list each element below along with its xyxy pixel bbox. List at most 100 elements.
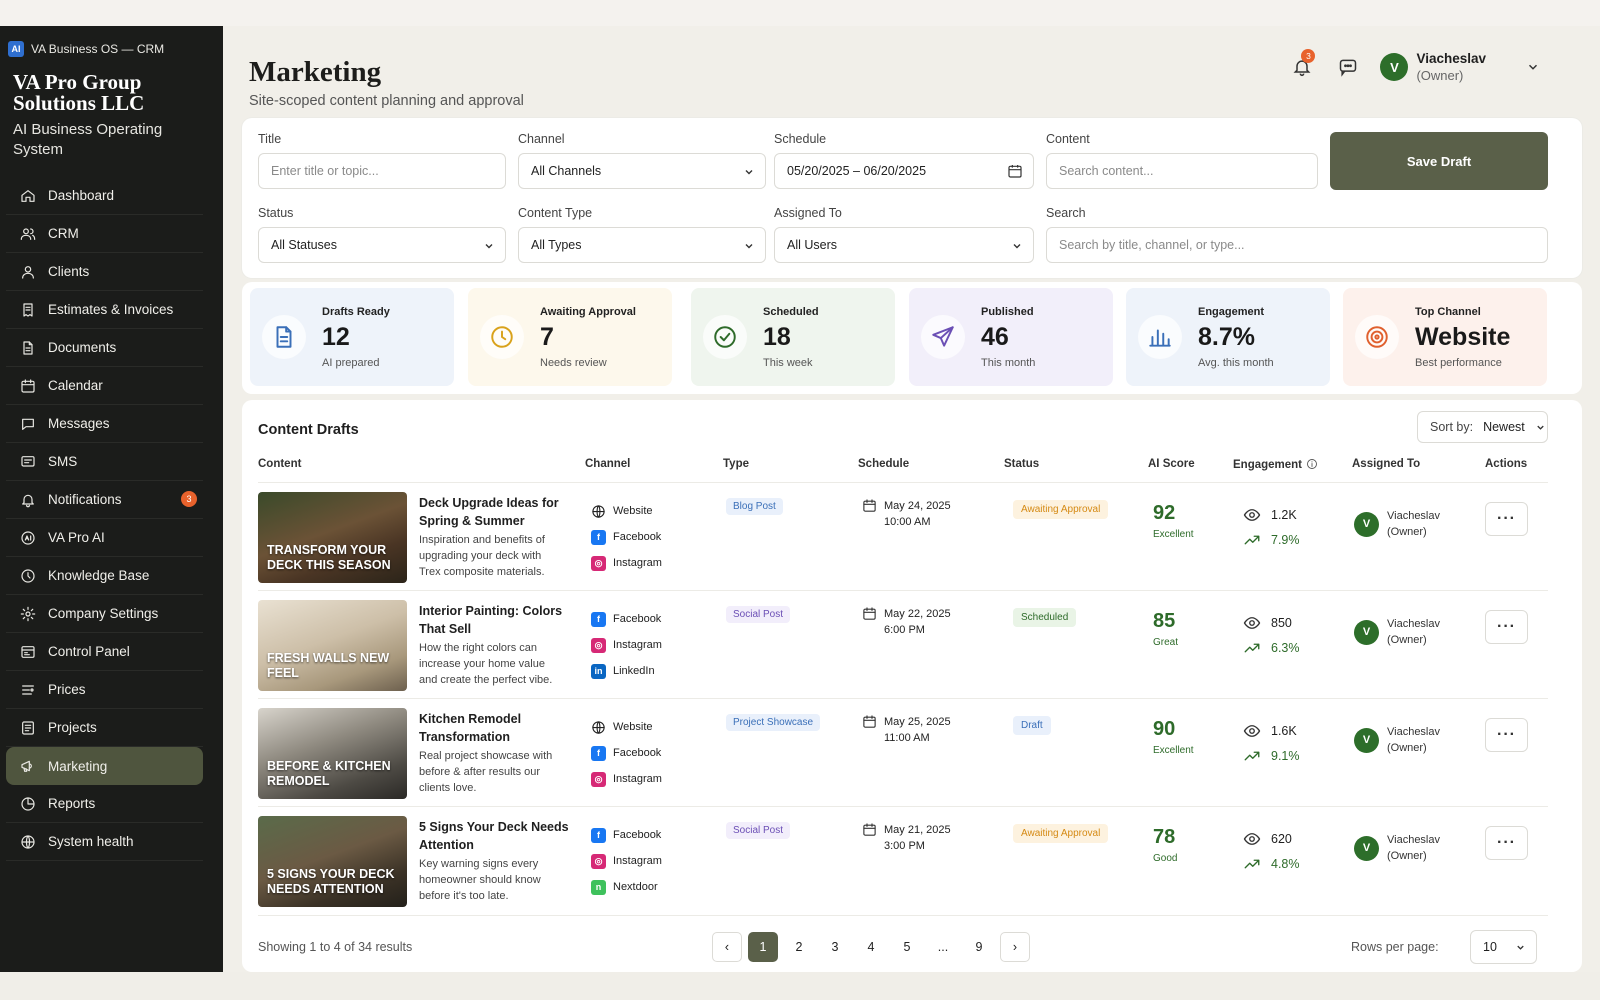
megaphone-icon — [21, 760, 32, 772]
content-thumbnail[interactable]: Before & kitchen remodel — [258, 708, 407, 799]
status-select[interactable]: All Statuses — [258, 227, 506, 263]
schedule-cell: May 22, 2025 6:00 PM — [862, 606, 951, 638]
column-header-assigned-to: Assigned To — [1352, 458, 1420, 470]
sidebar-item-control-panel[interactable]: Control Panel — [6, 633, 203, 671]
table-row[interactable]: Transform your deck this season Deck Upgr… — [258, 482, 1548, 589]
row-actions-button[interactable]: ··· — [1485, 826, 1528, 860]
sidebar-item-estimates-invoices[interactable]: Estimates & Invoices — [6, 291, 203, 329]
ai-score-label: Excellent — [1153, 529, 1194, 540]
stat-icon-wrap — [1138, 315, 1182, 359]
stat-label: Scheduled — [763, 305, 819, 318]
channel-select[interactable]: All Channels — [518, 153, 766, 189]
assignee-name: Viacheslav — [1387, 510, 1440, 522]
sidebar-item-reports[interactable]: Reports — [6, 785, 203, 823]
content-drafts-table: Content Drafts Sort by: Newest Content Ch… — [242, 400, 1582, 972]
column-header-label: Assigned To — [1352, 458, 1421, 470]
sidebar-item-va-pro-ai[interactable]: VA Pro AI — [6, 519, 203, 557]
views-count: 620 — [1271, 831, 1292, 846]
sidebar-item-messages[interactable]: Messages — [6, 405, 203, 443]
notifications-button[interactable]: 3 — [1288, 49, 1316, 81]
page-button[interactable]: 5 — [892, 932, 922, 962]
chat-button[interactable] — [1334, 53, 1362, 81]
sidebar-item-calendar[interactable]: Calendar — [6, 367, 203, 405]
calendar-icon[interactable] — [1007, 163, 1023, 179]
row-actions-button[interactable]: ··· — [1485, 502, 1528, 536]
content-search-input[interactable]: Search content... — [1046, 153, 1318, 189]
content-title[interactable]: Interior Painting: Colors That Sell — [419, 602, 569, 638]
sidebar-item-system-health[interactable]: System health — [6, 823, 203, 861]
sidebar-nav: Dashboard CRM Clients Estimates & Invoices D… — [0, 177, 223, 861]
sidebar-item-projects[interactable]: Projects — [6, 709, 203, 747]
content-thumbnail[interactable]: Transform your deck this season — [258, 492, 407, 583]
stat-card-scheduled[interactable]: Scheduled 18 This week — [691, 288, 895, 386]
status-badge: Draft — [1013, 716, 1051, 735]
channel-list: Website f Facebook ◎ Instagram — [591, 714, 662, 792]
stat-card-awaiting-approval[interactable]: Awaiting Approval 7 Needs review — [468, 288, 672, 386]
status-filter-label: Status — [258, 206, 294, 220]
sidebar-item-dashboard[interactable]: Dashboard — [6, 177, 203, 215]
table-row[interactable]: 5 signs your deck needs attention 5 Signs… — [258, 806, 1548, 913]
content-thumbnail[interactable]: 5 signs your deck needs attention — [258, 816, 407, 907]
table-row[interactable]: Before & kitchen remodel Kitchen Remodel … — [258, 698, 1548, 805]
sidebar-item-crm[interactable]: CRM — [6, 215, 203, 253]
facebook-icon: f — [591, 611, 606, 627]
prev-page-button[interactable]: ‹ — [712, 932, 742, 962]
sidebar-item-label: CRM — [48, 226, 79, 241]
title-input[interactable]: Enter title or topic... — [258, 153, 506, 189]
sidebar-item-documents[interactable]: Documents — [6, 329, 203, 367]
assignee-role: (Owner) — [1387, 634, 1427, 646]
sidebar-item-company-settings[interactable]: Company Settings — [6, 595, 203, 633]
stat-card-engagement[interactable]: Engagement 8.7% Avg. this month — [1126, 288, 1330, 386]
content-type-select[interactable]: All Types — [518, 227, 766, 263]
user-avatar[interactable]: V — [1380, 53, 1409, 81]
company-name: VA Pro Group Solutions LLC — [13, 70, 145, 115]
stat-label: Awaiting Approval — [540, 305, 636, 318]
sidebar-item-prices[interactable]: Prices — [6, 671, 203, 709]
content-title[interactable]: Deck Upgrade Ideas for Spring & Summer — [419, 494, 569, 530]
stat-card-published[interactable]: Published 46 This month — [909, 288, 1113, 386]
row-actions-button[interactable]: ··· — [1485, 718, 1528, 752]
page-button[interactable]: 9 — [964, 932, 994, 962]
sidebar-item-marketing[interactable]: Marketing — [6, 747, 203, 785]
stat-subtext: This month — [981, 356, 1036, 369]
assigned-to-select[interactable]: All Users — [774, 227, 1034, 263]
sort-select[interactable]: Sort by: Newest — [1417, 411, 1548, 443]
stat-subtext: AI prepared — [322, 356, 380, 369]
page-button[interactable]: 2 — [784, 932, 814, 962]
save-draft-button[interactable]: Save Draft — [1330, 132, 1548, 190]
search-input[interactable]: Search by title, channel, or type... — [1046, 227, 1548, 263]
table-row[interactable]: Fresh walls new feel Interior Painting: C… — [258, 590, 1548, 697]
sidebar-item-clients[interactable]: Clients — [6, 253, 203, 291]
column-header-label: AI Score — [1148, 458, 1195, 470]
content-title[interactable]: Kitchen Remodel Transformation — [419, 710, 569, 746]
assigned-filter-label: Assigned To — [774, 206, 842, 220]
sidebar-item-knowledge-base[interactable]: Knowledge Base — [6, 557, 203, 595]
next-page-button[interactable]: › — [1000, 932, 1030, 962]
invoice-icon — [23, 302, 33, 317]
rows-per-page-select[interactable]: 10 — [1470, 930, 1537, 964]
chevron-down-icon[interactable] — [1526, 60, 1540, 74]
sidebar-item-sms[interactable]: SMS — [6, 443, 203, 481]
sidebar-item-label: Company Settings — [48, 606, 159, 621]
user-info[interactable]: Viacheslav (Owner) — [1416, 50, 1486, 84]
page-button[interactable]: 4 — [856, 932, 886, 962]
company-tagline: AI Business Operating System — [13, 121, 163, 158]
schedule-date-range[interactable]: 05/20/2025 – 06/20/2025 — [774, 153, 1034, 189]
row-actions-button[interactable]: ··· — [1485, 610, 1528, 644]
page-button[interactable]: 3 — [820, 932, 850, 962]
stat-card-top-channel[interactable]: Top Channel Website Best performance — [1343, 288, 1547, 386]
stat-card-drafts-ready[interactable]: Drafts Ready 12 AI prepared — [250, 288, 454, 386]
globe-icon — [592, 720, 605, 734]
home-icon — [21, 189, 35, 202]
column-header-label: Channel — [585, 458, 631, 470]
column-header-status: Status — [1004, 458, 1039, 470]
content-title[interactable]: 5 Signs Your Deck Needs Attention — [419, 818, 569, 854]
page-button[interactable]: 1 — [748, 932, 778, 962]
nextdoor-icon: n — [591, 879, 606, 895]
content-thumbnail[interactable]: Fresh walls new feel — [258, 600, 407, 691]
sidebar-item-notifications[interactable]: Notifications 3 — [6, 481, 203, 519]
send-icon — [932, 326, 954, 347]
sidebar-item-label: Calendar — [48, 378, 103, 393]
info-icon — [1307, 459, 1317, 469]
schedule-datetime: May 24, 2025 10:00 AM — [884, 498, 951, 530]
